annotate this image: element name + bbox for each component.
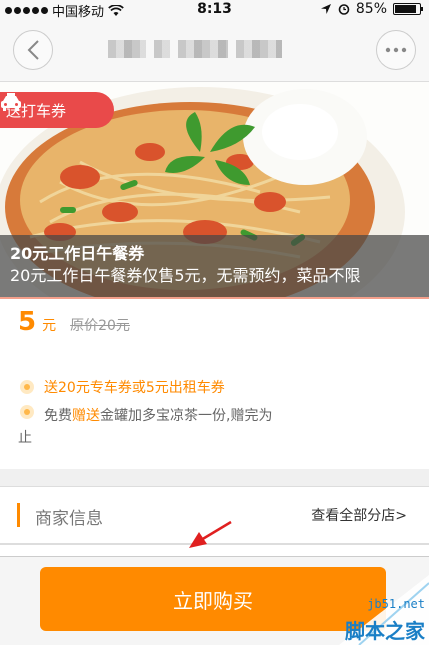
perk-drink-highlight: 赠送 [72,408,100,424]
hero-caption: 20元工作日午餐券 20元工作日午餐券仅售5元，无需预约，菜品不限 [0,235,429,297]
status-right: 85% [320,1,423,17]
nav-bar [0,20,429,82]
location-icon [320,4,331,14]
watermark: jb51.net 脚本之家 [329,575,429,645]
original-price: 原价20元 [70,318,130,334]
watermark-brand: 脚本之家 [345,619,425,643]
perk-drink-wrap: 止 [18,430,32,446]
perk-free-drink: 免费赠送金罐加多宝凉茶一份,赠完为 止 [18,405,420,446]
bullet-dot-icon [20,380,34,394]
status-bar: 中国移动 8:13 85% [0,0,429,20]
perk-drink-rest: 金罐加多宝凉茶一份,赠完为 [100,408,273,424]
price-unit: 元 [42,318,57,334]
more-button[interactable] [376,30,416,70]
battery-icon [393,3,423,15]
ellipsis-icon [385,47,407,53]
price-amount: 5 [18,307,37,337]
battery-percent: 85% [355,1,387,17]
perk-taxi-text: 送20元专车券或5元出租车券 [44,380,225,396]
perk-drink-prefix: 免费 [44,408,72,424]
hero-image[interactable]: 送打车券 20元工作日午餐券 20元工作日午餐券仅售5元，无需预约，菜品不限 [0,82,429,297]
perk-taxi-coupon: 送20元专车券或5元出租车券 [20,377,225,397]
price-row: 5 元 原价20元 [18,307,130,337]
annotation-arrow-icon [189,520,232,548]
bullet-dot-icon [20,405,34,419]
section-accent-bar [17,503,20,527]
alarm-icon [338,4,350,15]
watermark-site: jb51.net [367,597,425,611]
deal-title: 20元工作日午餐券 [10,244,145,263]
back-button[interactable] [13,30,53,70]
page-title-blurred [108,38,298,60]
deal-subtitle: 20元工作日午餐券仅售5元，无需预约，菜品不限 [10,266,361,285]
chevron-left-icon [27,40,39,60]
taxi-icon [1,93,21,111]
taxi-coupon-badge: 送打车券 [0,92,114,128]
perk-drink-text: 免费赠送金罐加多宝凉茶一份,赠完为 [44,405,272,425]
view-all-branches-link[interactable]: 查看全部分店> [311,505,407,525]
price-section: 5 元 原价20元 送20元专车券或5元出租车券 免费赠送金罐加多宝凉茶一份,赠… [0,297,429,469]
merchant-info-label: 商家信息 [35,509,103,529]
